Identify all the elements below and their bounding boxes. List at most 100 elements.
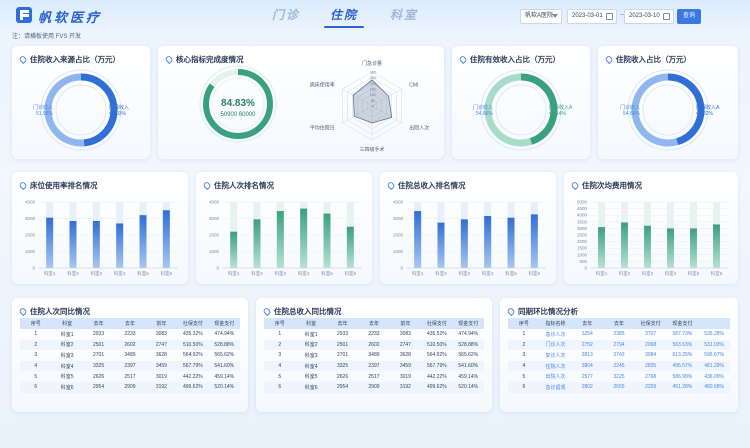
table-cell: 3628: [399, 352, 411, 359]
bed-usage-bar-chart: 0 1000 2000 3000 4000 科室1 科室2 科室3 科室4 科室5 科室6: [25, 200, 178, 277]
table-cell: 474.94%: [458, 331, 479, 338]
panel-title: 同期环比情况分析: [518, 307, 578, 316]
table-cell: 3489: [368, 352, 380, 359]
slice-label: 门诊收入: [473, 104, 493, 111]
table-cell: 2954: [82, 381, 115, 393]
table-cell: 3: [522, 352, 526, 359]
income-ratio-donut: 医保收入A45.82% 门诊收入54.86%: [620, 69, 720, 151]
y-tick-label: 0: [584, 266, 587, 271]
table-cell: 451.28%: [666, 381, 699, 393]
avg-cost-bar-chart: 0 500 10001500 20002500 3000 35004000 45005000…: [577, 200, 728, 277]
query-button[interactable]: 查询: [677, 9, 701, 24]
x-tick-label: 科室2: [619, 270, 631, 277]
table-row: 4 科室4 3325 2397 3459 567.79% 541.60%: [20, 360, 240, 372]
x-tick-label: 科室1: [228, 270, 240, 277]
table-row: 6 急诊留观 2802 2655 2209 451.28% 480.68%: [508, 381, 730, 393]
table-cell: 528.88%: [452, 339, 484, 351]
table-cell: 3083: [399, 331, 411, 338]
hospital-select[interactable]: 帆软A医院: [520, 9, 562, 24]
date-start-field[interactable]: 2023-03-01: [567, 9, 617, 24]
y-tick-label: 2000: [25, 233, 36, 238]
radar-axis-label: 病床使用率: [310, 82, 335, 89]
bar: [346, 226, 354, 268]
table-cell: 510.50%: [421, 339, 453, 351]
bar: [667, 228, 674, 268]
table-cell: 2602: [358, 339, 390, 351]
table-cell: 3192: [389, 381, 422, 393]
y-tick-label: 4500: [577, 206, 588, 211]
table-cell: 2068: [634, 339, 667, 351]
tab-department[interactable]: 科室: [390, 6, 418, 23]
table-cell: 门诊人次: [539, 339, 572, 351]
tab-inpatient[interactable]: 住院: [323, 6, 365, 28]
table-cell: 4: [264, 360, 296, 372]
table-cell: 急诊留观: [539, 381, 572, 393]
table-cell: 535.28%: [704, 331, 724, 338]
table-cell: 科室5: [60, 374, 74, 381]
calendar-icon: [606, 13, 613, 20]
table-header-cell: 现金支付: [666, 318, 699, 329]
ring-table: 序号 指标名称 去年 去年 社保支付 现金支付 1 急诊人次 3254 2385 3707 587.7…: [508, 318, 730, 393]
hospital-select-value: 帆软A医院: [525, 13, 554, 19]
table-cell: 科室6: [51, 381, 83, 393]
x-tick-label: 科室4: [482, 270, 494, 277]
table-header-cell: 去年: [82, 318, 115, 329]
table-cell: 3254: [581, 331, 593, 338]
table-cell: 481.29%: [698, 360, 730, 372]
y-tick-label: 2000: [393, 233, 404, 238]
usage-note: 注：请横板使用 FVS 开发: [12, 34, 82, 40]
table-row: 2 科室2 2501 2602 2747 510.50% 528.88%: [264, 339, 484, 351]
data-table: 序号 科室 去年 去年 前年 社保支付 现金支付 1 科室1 2933 2233 3083 435.52…: [264, 318, 484, 393]
table-cell: 442.22%: [182, 373, 203, 380]
bar: [139, 215, 147, 268]
table-cell: 2577: [581, 373, 593, 380]
table-header-cell: 科室: [51, 318, 83, 329]
table-cell: 520.14%: [208, 381, 240, 393]
table-cell: 急诊人次: [545, 331, 566, 338]
slice-label: 门诊收入: [33, 104, 53, 111]
data-table: 序号 指标名称 去年 去年 社保支付 现金支付 1 急诊人次 3254 2385 3707 587.7…: [508, 318, 730, 393]
table-cell: 442.22%: [426, 373, 447, 380]
table-cell: 2813: [581, 352, 593, 359]
table-row: 3 科室3 2701 3489 3628 564.92% 565.62%: [20, 350, 240, 361]
date-end-value: 2023-03-10: [629, 13, 660, 19]
table-header-cell: 现金支付: [208, 318, 240, 329]
bar: [484, 216, 492, 268]
table-cell: 3743: [613, 352, 625, 359]
x-tick-label: 科室5: [137, 270, 149, 277]
bar: [116, 223, 124, 268]
panel-income-ratio: 住院收入占比（万元） 医保收入A 45.82% 门诊收入 54.86%: [598, 46, 738, 159]
slice-value: 54.86%: [623, 111, 641, 117]
y-tick-label: 4000: [209, 200, 220, 205]
slice-label: 医保收入A: [696, 104, 720, 111]
panel-core-kpi: 核心指标完成度情况 84.83% 50900 60000 门急诊量 CMI 出院人次…: [158, 46, 444, 159]
table-cell: 2626: [92, 373, 105, 380]
table-cell: 科室3: [60, 352, 74, 359]
y-tick-label: 2000: [577, 239, 588, 244]
y-tick-label: 2500: [577, 233, 588, 238]
table-cell: 2794: [603, 339, 635, 351]
table-cell: 2747: [145, 339, 178, 351]
inpatient-count-bar-chart: 0 1000 2000 3000 4000 科室1 科室2 科室3 科室4 科室5 科室6: [209, 200, 362, 277]
y-tick-label: 500: [579, 259, 587, 264]
table-cell: 2954: [326, 381, 359, 393]
table-cell: 2233: [368, 331, 380, 338]
table-cell: 2802: [571, 381, 604, 393]
date-end-field[interactable]: 2023-03-10: [624, 9, 674, 24]
radar-axis-label: 出院人次: [409, 125, 429, 132]
table-row: 5 出院人次 2577 3225 2768 586.99% 436.09%: [508, 371, 730, 382]
table-cell: 459.14%: [214, 373, 235, 380]
table-cell: 3225: [613, 373, 625, 380]
bar: [414, 211, 422, 268]
table-cell: 541.60%: [452, 360, 484, 372]
radar-tick-label: 250: [370, 75, 377, 80]
tab-outpatient[interactable]: 门诊: [272, 6, 300, 23]
table-header-cell: 现金支付: [452, 318, 484, 329]
table-header-cell: 去年: [114, 318, 146, 329]
table-row: 1 科室1 2933 2233 3083 435.32% 474.94%: [20, 329, 240, 340]
table-header-cell: 去年: [571, 318, 604, 329]
table-cell: 科室4: [295, 360, 327, 372]
bar: [530, 214, 538, 268]
table-row: 2 门诊人次 2752 2794 2068 563.63% 531.03%: [508, 339, 730, 351]
table-cell: 2701: [92, 352, 105, 359]
